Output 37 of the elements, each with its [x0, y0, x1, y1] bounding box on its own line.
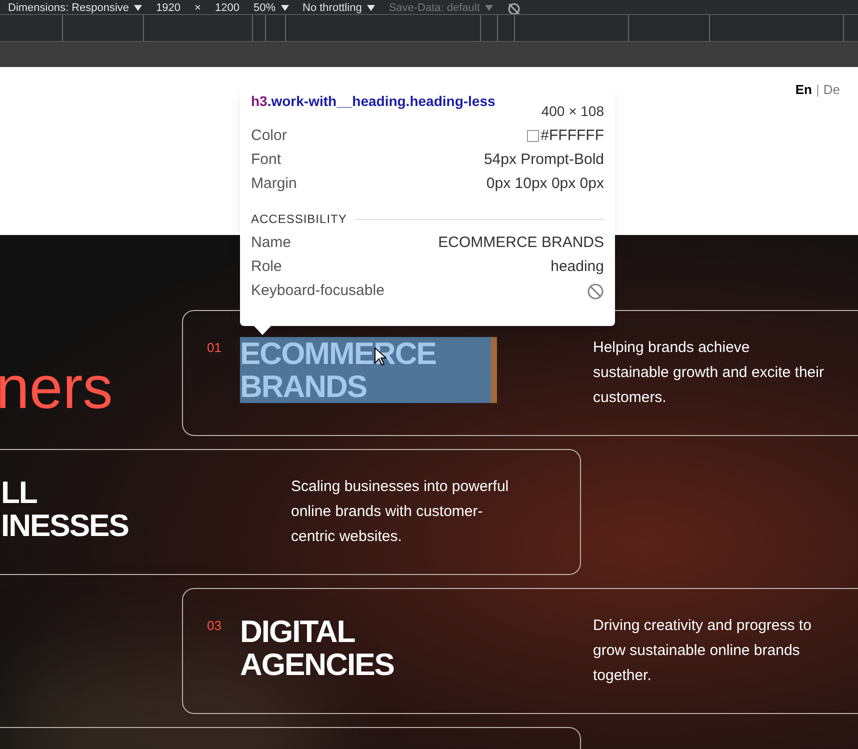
card-description: Scaling businesses into powerful online brands with customer-centric websites.: [291, 477, 510, 547]
element-size: 400 × 108: [541, 102, 604, 121]
item-number: 01: [207, 339, 222, 357]
toolbar-item[interactable]: 50%: [253, 2, 288, 14]
card-description: Driving creativity and progress to grow sustainable online brands together.: [593, 616, 812, 686]
property-value: heading: [550, 256, 604, 277]
section-heading: ACCESSIBILITY: [251, 211, 347, 228]
caret-icon: [134, 5, 142, 11]
caret-icon: [280, 5, 288, 11]
language-link[interactable]: En: [795, 80, 812, 100]
toolbar-item[interactable]: No throttling: [302, 2, 375, 14]
property-label: Font: [251, 150, 282, 170]
item-number: 03: [207, 617, 222, 635]
property-value: #FFFFFF: [540, 126, 604, 146]
property-value: 0px 10px 0px 0px: [486, 174, 604, 194]
toolbar-item[interactable]: 1200: [214, 2, 240, 14]
element-selector: h3.work-with__heading.heading-less: [251, 92, 496, 111]
card-description: Helping brands achieve sustainable growth and excite their customers.: [593, 338, 825, 408]
caret-icon: [484, 5, 493, 11]
property-label: Role: [251, 256, 282, 277]
section-title: ners: [0, 353, 113, 423]
property-label: Margin: [251, 174, 297, 194]
toolbar-item[interactable]: 1920: [156, 2, 181, 14]
color-swatch: [526, 130, 539, 142]
not-allowed-icon: [587, 282, 604, 300]
language-link[interactable]: De: [823, 80, 840, 100]
card-heading: DIGITAL AGENCIES: [240, 615, 394, 681]
property-label: Color: [251, 126, 287, 146]
separator: |: [816, 81, 820, 99]
caret-icon: [366, 5, 375, 11]
property-label: Keyboard-focusable: [251, 280, 384, 301]
property-label: Name: [251, 232, 292, 253]
toolbar-item[interactable]: Dimensions: Responsive: [8, 2, 142, 14]
card-heading: LL INESSES: [1, 476, 128, 542]
property-value: 54px Prompt-Bold: [484, 150, 604, 170]
toolbar-item[interactable]: ×: [194, 2, 201, 14]
property-value: ECOMMERCE BRANDS: [438, 232, 604, 253]
